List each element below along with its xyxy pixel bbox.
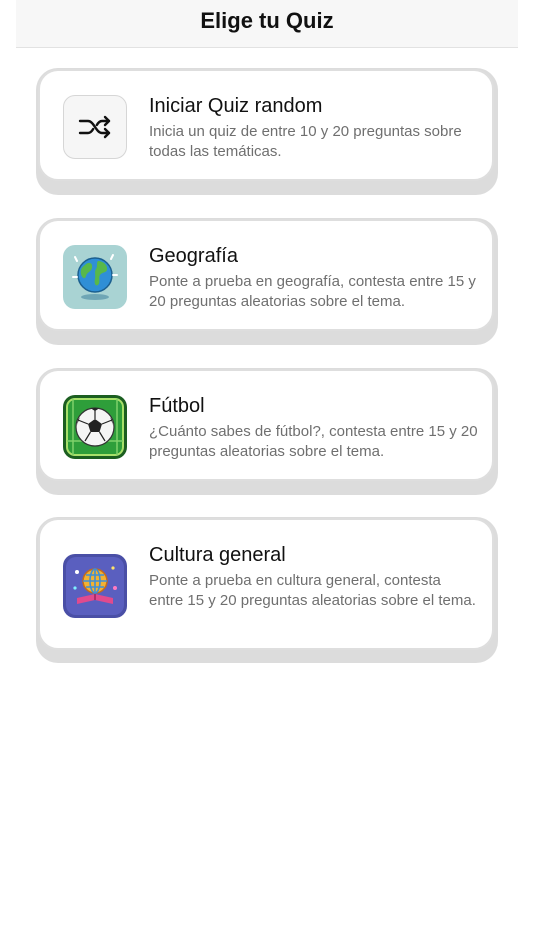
quiz-description: ¿Cuánto sabes de fútbol?, contesta entre…	[149, 423, 478, 460]
quiz-title: Geografía	[149, 245, 238, 267]
quiz-card-surface[interactable]: Iniciar Quiz random Inicia un quiz de en…	[38, 69, 494, 181]
quiz-card-random[interactable]: Iniciar Quiz random Inicia un quiz de en…	[36, 68, 498, 195]
quiz-description: Ponte a prueba en cultura general, conte…	[149, 572, 476, 609]
culture-globe-icon	[63, 554, 127, 618]
quiz-card-surface[interactable]: Cultura general Ponte a prueba en cultur…	[38, 518, 494, 650]
globe-icon	[63, 245, 127, 309]
quiz-title: Iniciar Quiz random	[149, 95, 323, 117]
quiz-card-futbol[interactable]: Fútbol ¿Cuánto sabes de fútbol?, contest…	[36, 368, 498, 495]
quiz-card-surface[interactable]: Geografía Ponte a prueba en geografía, c…	[38, 219, 494, 331]
quiz-title: Cultura general	[149, 544, 286, 566]
quiz-description: Inicia un quiz de entre 10 y 20 pregunta…	[149, 123, 462, 160]
quiz-card-geografia[interactable]: Geografía Ponte a prueba en geografía, c…	[36, 218, 498, 345]
quiz-card-surface[interactable]: Fútbol ¿Cuánto sabes de fútbol?, contest…	[38, 369, 494, 481]
soccer-ball-icon	[63, 395, 127, 459]
shuffle-icon	[63, 95, 127, 159]
navigation-bar: Elige tu Quiz	[16, 0, 518, 48]
quiz-card-cultura-general[interactable]: Cultura general Ponte a prueba en cultur…	[36, 517, 498, 663]
page-title: Elige tu Quiz	[200, 7, 334, 33]
quiz-description: Ponte a prueba en geografía, contesta en…	[149, 273, 476, 310]
quiz-title: Fútbol	[149, 395, 205, 417]
